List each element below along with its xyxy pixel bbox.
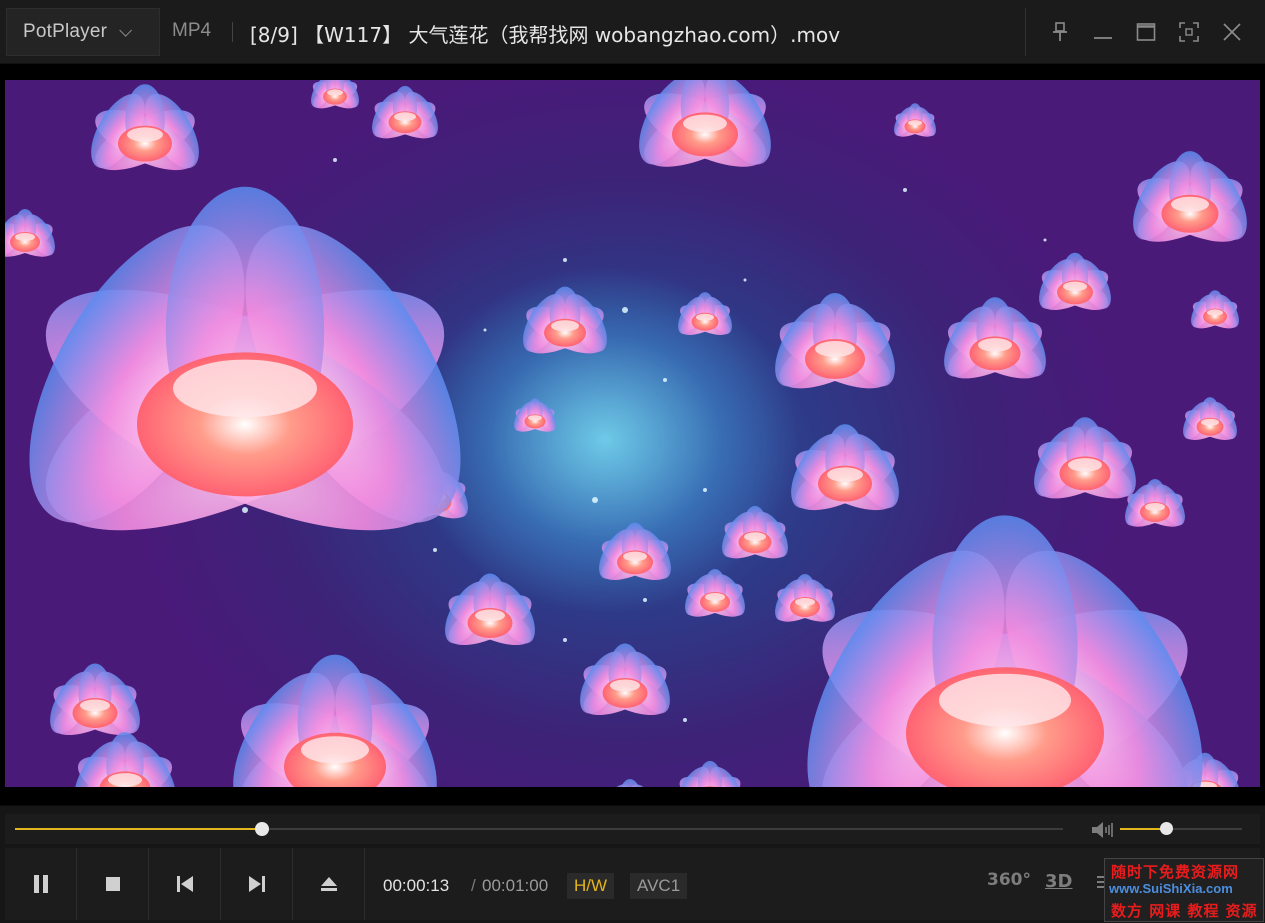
3d-button[interactable]: 3D	[1045, 871, 1072, 892]
seek-bar[interactable]	[15, 828, 1063, 830]
maximize-icon	[1136, 22, 1156, 42]
eject-icon	[320, 875, 338, 893]
watermark-line-3: 数方 网课 教程 资源	[1111, 900, 1258, 921]
close-button[interactable]	[1210, 12, 1253, 52]
chevron-down-icon	[119, 24, 132, 37]
stop-button[interactable]	[77, 848, 149, 920]
pin-button[interactable]	[1038, 12, 1081, 52]
title-divider	[232, 22, 233, 42]
seek-handle[interactable]	[255, 822, 269, 836]
hw-decoder-badge[interactable]: H/W	[567, 873, 614, 899]
watermark-line-2: www.SuiShiXia.com	[1109, 881, 1233, 896]
minimize-icon	[1093, 22, 1113, 42]
next-icon	[248, 875, 266, 893]
maximize-button[interactable]	[1124, 12, 1167, 52]
app-menu-button[interactable]: PotPlayer	[6, 8, 160, 56]
lotus-flowers-video-frame	[5, 80, 1260, 787]
watermark-line-1: 随时下免费资源网	[1111, 861, 1239, 882]
app-name: PotPlayer	[23, 21, 107, 43]
stop-icon	[105, 876, 121, 892]
window-controls	[1025, 8, 1253, 56]
close-icon	[1222, 22, 1242, 42]
video-display[interactable]	[5, 80, 1260, 787]
site-watermark: 随时下免费资源网 www.SuiShiXia.com 数方 网课 教程 资源	[1104, 858, 1264, 922]
button-row: 00:00:13 / 00:01:00 H/W AVC1 360° 3D	[5, 848, 1260, 920]
current-time[interactable]: 00:00:13	[383, 876, 449, 896]
vr-360-button[interactable]: 360°	[987, 870, 1031, 890]
codec-badge[interactable]: AVC1	[630, 873, 687, 899]
next-button[interactable]	[221, 848, 293, 920]
previous-button[interactable]	[149, 848, 221, 920]
pin-icon	[1051, 22, 1069, 42]
control-panel: 00:00:13 / 00:01:00 H/W AVC1 360° 3D	[0, 805, 1265, 923]
file-title: [8/9] 【W117】 大气莲花（我帮找网 wobangzhao.com）.m…	[250, 19, 840, 48]
fullscreen-icon	[1179, 22, 1199, 42]
previous-icon	[176, 875, 194, 893]
title-bar: PotPlayer MP4 [8/9] 【W117】 大气莲花（我帮找网 wob…	[0, 0, 1265, 64]
volume-handle[interactable]	[1160, 822, 1173, 835]
volume-slider[interactable]	[1120, 828, 1242, 830]
pause-button[interactable]	[5, 848, 77, 920]
time-separator: /	[471, 876, 476, 896]
total-time[interactable]: 00:01:00	[482, 876, 548, 896]
seek-row	[5, 814, 1260, 844]
speaker-icon[interactable]	[1090, 820, 1114, 840]
fullscreen-button[interactable]	[1167, 12, 1210, 52]
seek-progress	[15, 828, 262, 830]
pause-icon	[32, 874, 50, 894]
minimize-button[interactable]	[1081, 12, 1124, 52]
eject-button[interactable]	[293, 848, 365, 920]
format-label: MP4	[172, 20, 211, 42]
